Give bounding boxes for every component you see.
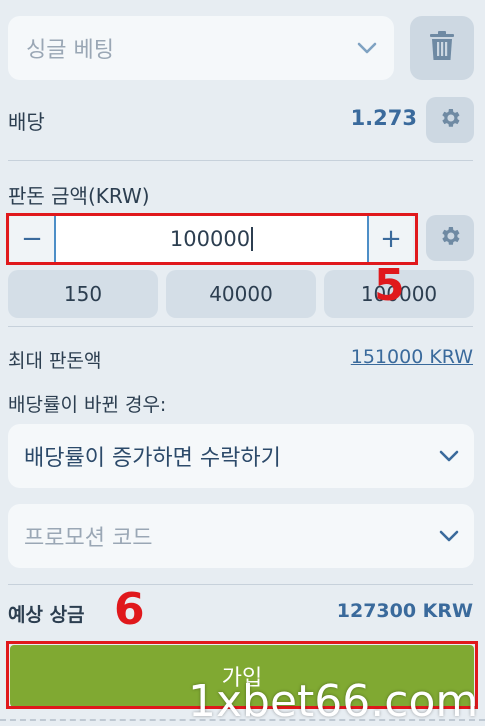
- quick-amount-button[interactable]: 40000: [166, 270, 316, 318]
- odds-change-select[interactable]: 배당률이 증가하면 수락하기: [8, 424, 474, 488]
- odds-change-value: 배당률이 증가하면 수락하기: [24, 446, 281, 471]
- potential-payout-value: 127300 KRW: [336, 600, 473, 622]
- odds-value: 1.273: [350, 106, 417, 130]
- max-stake-label: 최대 판돈액: [8, 350, 102, 372]
- highlight-frame: [6, 213, 418, 265]
- promo-code-select[interactable]: 프로모션 코드: [8, 504, 474, 568]
- max-stake-link[interactable]: 151000 KRW: [351, 346, 473, 368]
- odds-settings-button[interactable]: [426, 97, 474, 143]
- trash-icon: [429, 31, 455, 65]
- promo-code-placeholder: 프로모션 코드: [24, 526, 153, 551]
- divider: [8, 326, 473, 327]
- step-marker-5: 5: [374, 260, 405, 311]
- divider: [8, 160, 473, 161]
- delete-bet-button[interactable]: [410, 16, 474, 80]
- odds-change-label: 배당률이 바뀐 경우:: [8, 394, 167, 416]
- step-marker-6: 6: [114, 584, 145, 635]
- dashed-separator: [0, 719, 485, 721]
- odds-label: 배당: [8, 110, 45, 134]
- chevron-down-icon: [438, 525, 460, 547]
- bet-type-select[interactable]: 싱글 베팅: [8, 16, 394, 80]
- gear-icon: [438, 106, 462, 134]
- divider: [8, 584, 473, 585]
- bet-type-label: 싱글 베팅: [26, 38, 114, 63]
- gear-icon: [438, 224, 462, 252]
- quick-amount-button[interactable]: 150: [8, 270, 158, 318]
- chevron-down-icon: [356, 37, 378, 59]
- chevron-down-icon: [438, 445, 460, 467]
- stake-settings-button[interactable]: [426, 215, 474, 261]
- potential-payout-label: 예상 상금: [8, 604, 85, 626]
- stake-label: 판돈 금액(KRW): [8, 184, 150, 208]
